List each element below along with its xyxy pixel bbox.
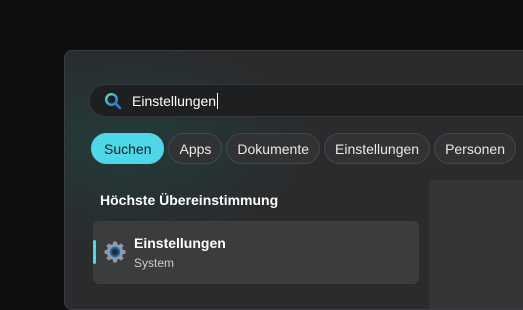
details-pane: [429, 180, 523, 309]
filter-apps[interactable]: Apps: [168, 133, 223, 164]
search-input[interactable]: Einstellungen: [132, 93, 219, 109]
best-match-heading: Höchste Übereinstimmung: [100, 192, 279, 208]
result-type: System: [134, 256, 175, 270]
selection-indicator: [93, 240, 96, 264]
gear-icon: [103, 240, 127, 264]
filter-personen[interactable]: Personen: [434, 133, 516, 164]
search-panel: Einstellungen Suchen Apps Dokumente Einstel…: [64, 50, 523, 310]
text-caret: [217, 93, 219, 109]
filter-einstellungen[interactable]: Einstellungen: [324, 133, 431, 164]
search-box[interactable]: Einstellungen: [89, 84, 523, 117]
result-name: Einstellungen: [134, 235, 226, 251]
search-icon: [104, 92, 122, 110]
filter-suchen[interactable]: Suchen: [91, 133, 165, 164]
filter-bar: Suchen Apps Dokumente Einstellungen Personen: [91, 133, 520, 166]
search-query: Einstellungen: [132, 93, 217, 109]
best-match-result[interactable]: Einstellungen System: [93, 221, 419, 284]
filter-dokumente[interactable]: Dokumente: [226, 133, 320, 164]
